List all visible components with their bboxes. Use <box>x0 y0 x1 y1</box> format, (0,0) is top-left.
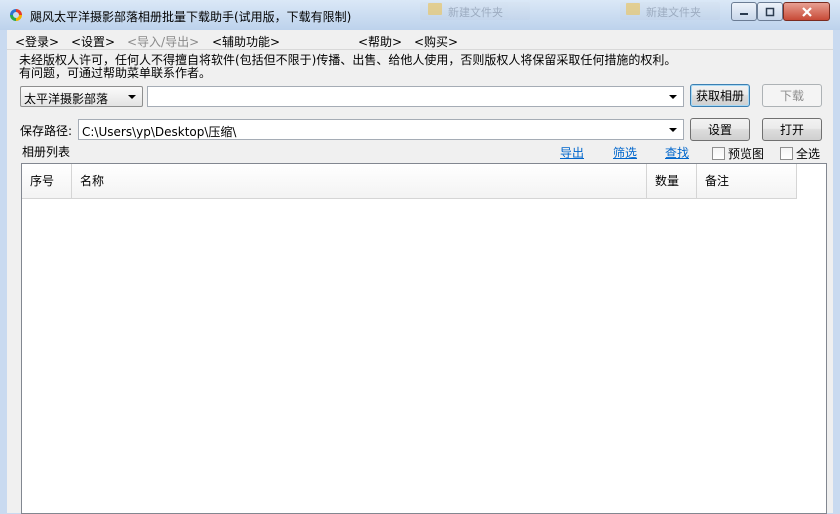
preview-checkbox[interactable]: 预览图 <box>712 145 764 162</box>
background-window-tab: 新建文件夹 <box>620 2 720 20</box>
background-tab-label: 新建文件夹 <box>646 6 701 19</box>
background-window-tab: 新建文件夹 <box>420 2 530 20</box>
main-client-area: <登录> <设置> <导入/导出> <辅助功能> <帮助> <购买> 未经版权人… <box>7 30 833 514</box>
title-bar[interactable]: 飓风太平洋摄影部落相册批量下载助手(试用版，下载有限制) 新建文件夹 新建文件夹 <box>0 0 840 30</box>
maximize-icon <box>765 7 775 16</box>
menu-bar: <登录> <设置> <导入/导出> <辅助功能> <帮助> <购买> <box>7 30 833 50</box>
column-header-count[interactable]: 数量 <box>647 164 697 199</box>
folder-icon <box>428 3 442 15</box>
maximize-button[interactable] <box>757 2 783 21</box>
menu-settings[interactable]: <设置> <box>71 33 115 50</box>
save-path-value: C:\Users\yp\Desktop\压缩\ <box>82 125 237 139</box>
menu-help[interactable]: <帮助> <box>358 33 402 50</box>
menu-import-export[interactable]: <导入/导出> <box>127 33 199 50</box>
dropdown-arrow-icon <box>128 95 136 99</box>
app-icon <box>10 9 22 21</box>
album-url-combobox[interactable] <box>147 86 684 107</box>
save-path-combobox[interactable]: C:\Users\yp\Desktop\压缩\ <box>78 119 684 140</box>
preview-checkbox-label: 预览图 <box>728 147 765 161</box>
select-all-checkbox[interactable]: 全选 <box>780 145 820 162</box>
download-button[interactable]: 下载 <box>762 84 822 107</box>
background-tab-label: 新建文件夹 <box>448 6 503 19</box>
filter-link[interactable]: 筛选 <box>613 144 637 161</box>
close-button[interactable] <box>783 2 830 21</box>
preview-checkbox-box[interactable] <box>712 147 725 160</box>
folder-icon <box>626 3 640 15</box>
minimize-button[interactable] <box>731 2 757 21</box>
select-all-checkbox-label: 全选 <box>796 147 821 161</box>
open-folder-button[interactable]: 打开 <box>762 118 822 141</box>
settings-button[interactable]: 设置 <box>690 118 750 141</box>
source-site-select[interactable]: 太平洋摄影部落 <box>20 86 143 107</box>
contact-notice: 有问题，可通过帮助菜单联系作者。 <box>19 66 212 80</box>
source-site-value: 太平洋摄影部落 <box>24 92 109 106</box>
column-header-remark[interactable]: 备注 <box>697 164 797 199</box>
window-title: 飓风太平洋摄影部落相册批量下载助手(试用版，下载有限制) <box>30 10 352 24</box>
save-path-label: 保存路径: <box>20 124 73 138</box>
column-header-index[interactable]: 序号 <box>22 164 72 199</box>
find-link[interactable]: 查找 <box>665 144 689 161</box>
get-album-button[interactable]: 获取相册 <box>690 84 750 107</box>
dropdown-arrow-icon <box>669 95 677 99</box>
album-list-label: 相册列表 <box>22 145 71 159</box>
select-all-checkbox-box[interactable] <box>780 147 793 160</box>
menu-tools[interactable]: <辅助功能> <box>212 33 280 50</box>
menu-login[interactable]: <登录> <box>15 33 59 50</box>
export-link[interactable]: 导出 <box>560 144 584 161</box>
dropdown-arrow-icon <box>669 128 677 132</box>
close-icon <box>801 6 812 17</box>
column-header-name[interactable]: 名称 <box>72 164 647 199</box>
album-list-view[interactable]: 序号 名称 数量 备注 <box>21 163 827 514</box>
minimize-icon <box>740 12 748 15</box>
menu-purchase[interactable]: <购买> <box>414 33 458 50</box>
